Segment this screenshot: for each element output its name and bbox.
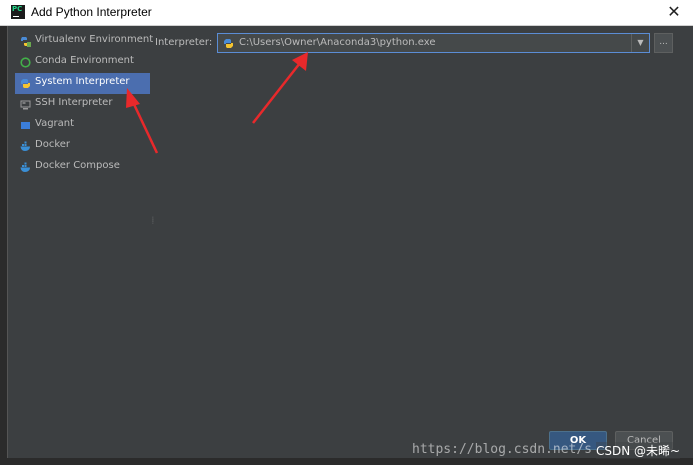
docker-icon [20,141,30,151]
chevron-down-icon[interactable]: ▼ [631,34,649,52]
interpreter-combobox[interactable]: C:\Users\Owner\Anaconda3\python.exe ▼ [217,33,650,53]
panel-splitter-handle[interactable]: ⋮ ⋮ [150,217,156,229]
sidebar-item-vagrant[interactable]: Vagrant [15,115,150,136]
close-icon: ✕ [667,2,681,21]
sidebar-item-docker[interactable]: Docker [15,136,150,157]
close-button[interactable]: ✕ [664,2,684,22]
background-ide-strip [0,26,8,465]
sidebar-item-ssh[interactable]: SSH Interpreter [15,94,150,115]
conda-icon [20,57,31,68]
title-bar: PC Add Python Interpreter ✕ [0,0,693,26]
sidebar-item-label: Docker Compose [35,160,120,171]
sidebar-item-docker-compose[interactable]: Docker Compose [15,157,150,178]
ssh-icon [20,100,31,110]
watermark-url: https://blog.csdn.net/s [412,442,593,457]
sidebar-item-label: System Interpreter [35,76,130,87]
dialog-title: Add Python Interpreter [31,5,152,19]
watermark-csdn: CSDN @未晞~ [596,442,681,459]
interpreter-type-list: Virtualenv Environment Conda Environment… [15,31,154,181]
sidebar-item-label: Docker [35,139,71,150]
sidebar-item-label: Conda Environment [35,55,134,66]
interpreter-label: Interpreter: [155,37,213,48]
interpreter-path-value: C:\Users\Owner\Anaconda3\python.exe [239,37,436,48]
vagrant-icon [21,122,30,129]
python-icon [224,39,233,48]
virtualenv-icon [21,37,31,47]
sidebar-item-virtualenv[interactable]: Virtualenv Environment [15,31,154,52]
sidebar-item-label: Virtualenv Environment [35,34,154,45]
sidebar-item-label: Vagrant [35,118,75,129]
arrow-to-interpreter-field [252,52,308,124]
python-icon [21,79,30,88]
browse-button[interactable]: ... [654,33,673,53]
sidebar-item-conda[interactable]: Conda Environment [15,52,150,73]
sidebar-item-system-interpreter[interactable]: System Interpreter [15,73,150,94]
docker-compose-icon [20,162,30,172]
sidebar-item-label: SSH Interpreter [35,97,113,108]
add-interpreter-dialog: PC Add Python Interpreter ✕ Virtualenv E… [0,0,693,465]
pycharm-icon: PC [11,5,25,19]
background-ide-bottom [0,458,693,465]
